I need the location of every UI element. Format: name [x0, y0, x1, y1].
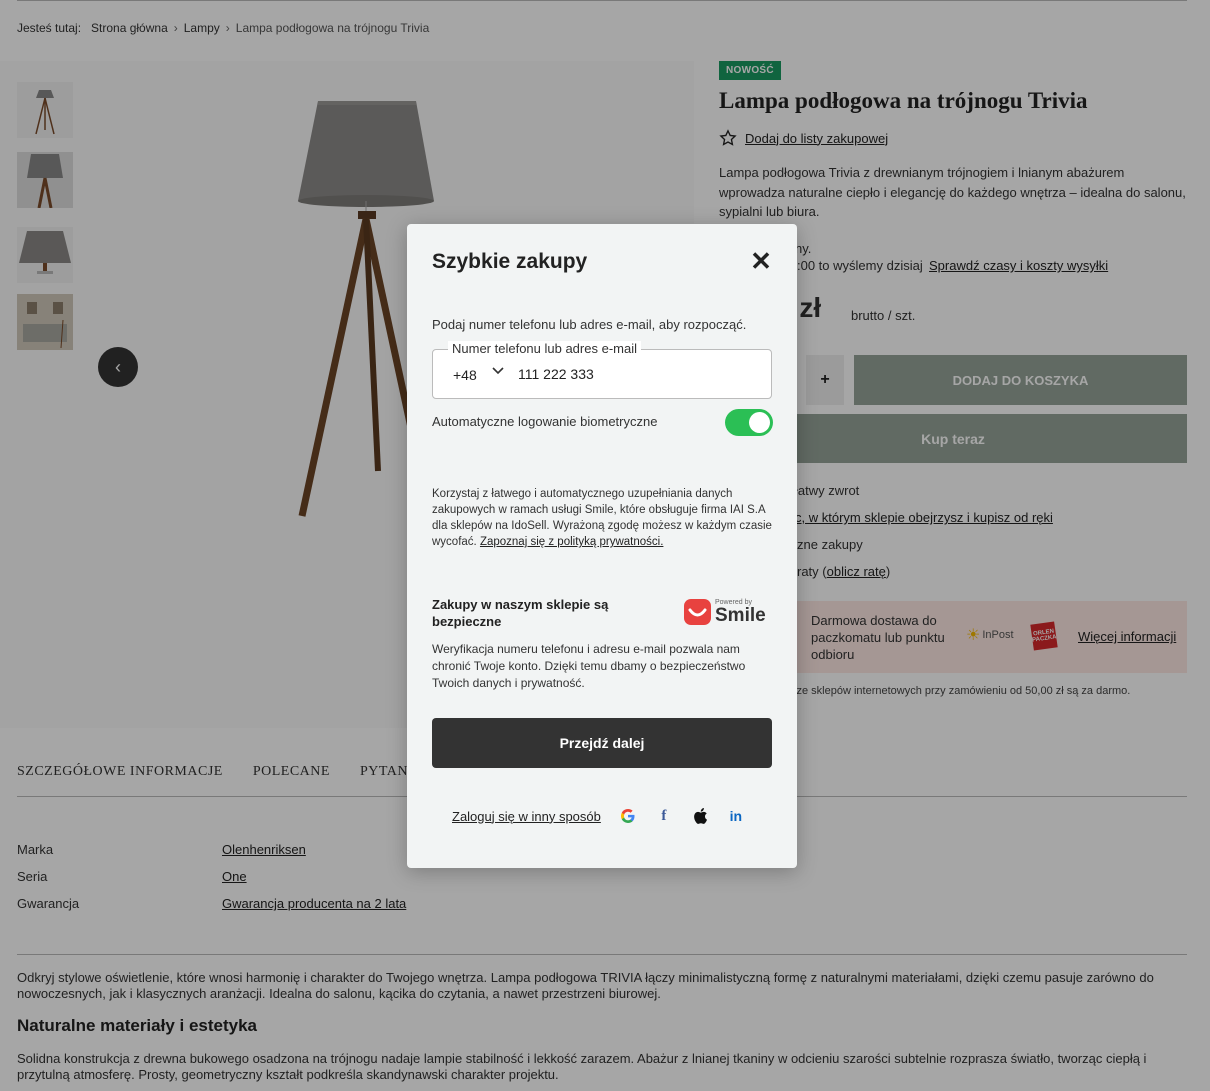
- close-icon[interactable]: ✕: [746, 246, 776, 276]
- smile-consent-text: Korzystaj z łatwego i automatycznego uzu…: [432, 488, 772, 548]
- google-icon[interactable]: [619, 807, 637, 825]
- phone-input[interactable]: [518, 366, 748, 382]
- phone-email-field[interactable]: Numer telefonu lub adres e-mail +48: [432, 341, 772, 399]
- biometric-toggle[interactable]: [725, 409, 773, 436]
- chevron-down-icon[interactable]: [491, 364, 505, 381]
- smile-brand-text: Smile: [715, 605, 766, 626]
- modal-title: Szybkie zakupy: [432, 250, 588, 273]
- facebook-icon[interactable]: f: [655, 807, 673, 825]
- country-code-select[interactable]: +48: [453, 367, 477, 383]
- linkedin-icon[interactable]: in: [727, 807, 745, 825]
- privacy-policy-link[interactable]: Zapoznaj się z polityką prywatności.: [480, 536, 663, 548]
- other-login-row: Zaloguj się w inny sposób f in: [452, 807, 745, 825]
- verification-text: Weryfikacja numeru telefonu i adresu e-m…: [432, 642, 746, 690]
- smile-logo: Powered by Smile: [684, 599, 766, 625]
- toggle-knob: [749, 412, 770, 433]
- safe-shopping-title: Zakupy w naszym sklepie są bezpieczne: [432, 597, 609, 629]
- quick-shopping-modal: Szybkie zakupy ✕ Podaj numer telefonu lu…: [407, 224, 797, 868]
- other-login-link[interactable]: Zaloguj się w inny sposób: [452, 809, 601, 824]
- field-label: Numer telefonu lub adres e-mail: [448, 341, 641, 356]
- modal-intro: Podaj numer telefonu lub adres e-mail, a…: [432, 317, 747, 332]
- biometric-label: Automatyczne logowanie biometryczne: [432, 414, 658, 429]
- continue-button[interactable]: Przejdź dalej: [432, 718, 772, 768]
- apple-icon[interactable]: [691, 807, 709, 825]
- smile-face-icon: [684, 599, 711, 625]
